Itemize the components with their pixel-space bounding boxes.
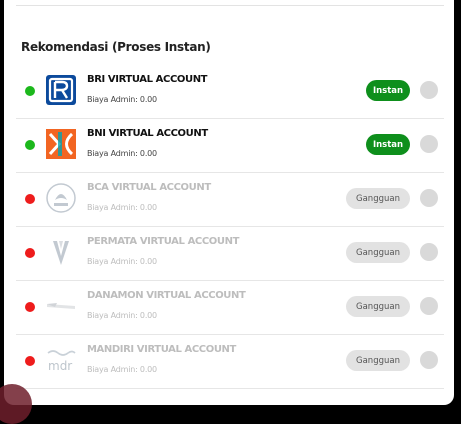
status-dot-online xyxy=(25,86,35,96)
bank-name: DANAMON VIRTUAL ACCOUNT xyxy=(87,290,246,301)
status-badge-instant: Instan xyxy=(366,80,410,101)
status-badge-disrupted: Gangguan xyxy=(346,188,410,209)
bank-name: PERMATA VIRTUAL ACCOUNT xyxy=(87,236,240,247)
status-dot-offline xyxy=(25,194,35,204)
bni-logo xyxy=(46,129,76,159)
danamon-logo xyxy=(47,303,75,309)
payment-option-mandiri[interactable]: mdr MANDIRI VIRTUAL ACCOUNT Biaya Admin:… xyxy=(16,334,444,389)
payment-method-panel: Rekomendasi (Proses Instan) BRI VIRTUAL … xyxy=(4,0,454,405)
divider xyxy=(16,5,444,6)
admin-fee: Biaya Admin: 0.00 xyxy=(87,95,157,104)
radio-button[interactable] xyxy=(420,243,438,261)
admin-fee: Biaya Admin: 0.00 xyxy=(87,203,157,212)
bank-name: BNI VIRTUAL ACCOUNT xyxy=(87,128,208,139)
status-dot-offline xyxy=(25,302,35,312)
bank-name: BCA VIRTUAL ACCOUNT xyxy=(87,182,211,193)
status-badge-disrupted: Gangguan xyxy=(346,296,410,317)
bank-name: BRI VIRTUAL ACCOUNT xyxy=(87,74,208,85)
payment-option-bni[interactable]: BNI VIRTUAL ACCOUNT Biaya Admin: 0.00 In… xyxy=(16,118,444,173)
status-dot-online xyxy=(25,140,35,150)
radio-button[interactable] xyxy=(420,81,438,99)
admin-fee: Biaya Admin: 0.00 xyxy=(87,149,157,158)
admin-fee: Biaya Admin: 0.00 xyxy=(87,257,157,266)
bank-name: MANDIRI VIRTUAL ACCOUNT xyxy=(87,344,236,355)
bca-logo xyxy=(46,183,76,213)
radio-button[interactable] xyxy=(420,189,438,207)
status-dot-offline xyxy=(25,356,35,366)
payment-option-bca[interactable]: BCA VIRTUAL ACCOUNT Biaya Admin: 0.00 Ga… xyxy=(16,172,444,227)
status-dot-offline xyxy=(25,248,35,258)
mandiri-logo: mdr xyxy=(47,350,76,373)
radio-button[interactable] xyxy=(420,351,438,369)
admin-fee: Biaya Admin: 0.00 xyxy=(87,311,157,320)
mandiri-logo-text: mdr xyxy=(48,359,72,373)
bri-logo xyxy=(46,75,76,105)
status-badge-instant: Instan xyxy=(366,134,410,155)
payment-option-bri[interactable]: BRI VIRTUAL ACCOUNT Biaya Admin: 0.00 In… xyxy=(16,64,444,119)
section-title: Rekomendasi (Proses Instan) xyxy=(21,40,211,54)
admin-fee: Biaya Admin: 0.00 xyxy=(87,365,157,374)
status-badge-disrupted: Gangguan xyxy=(346,242,410,263)
floating-chat-button[interactable] xyxy=(0,384,32,424)
status-badge-disrupted: Gangguan xyxy=(346,350,410,371)
permata-logo xyxy=(53,241,69,265)
payment-option-permata[interactable]: PERMATA VIRTUAL ACCOUNT Biaya Admin: 0.0… xyxy=(16,226,444,281)
radio-button[interactable] xyxy=(420,297,438,315)
radio-button[interactable] xyxy=(420,135,438,153)
payment-option-danamon[interactable]: DANAMON VIRTUAL ACCOUNT Biaya Admin: 0.0… xyxy=(16,280,444,335)
